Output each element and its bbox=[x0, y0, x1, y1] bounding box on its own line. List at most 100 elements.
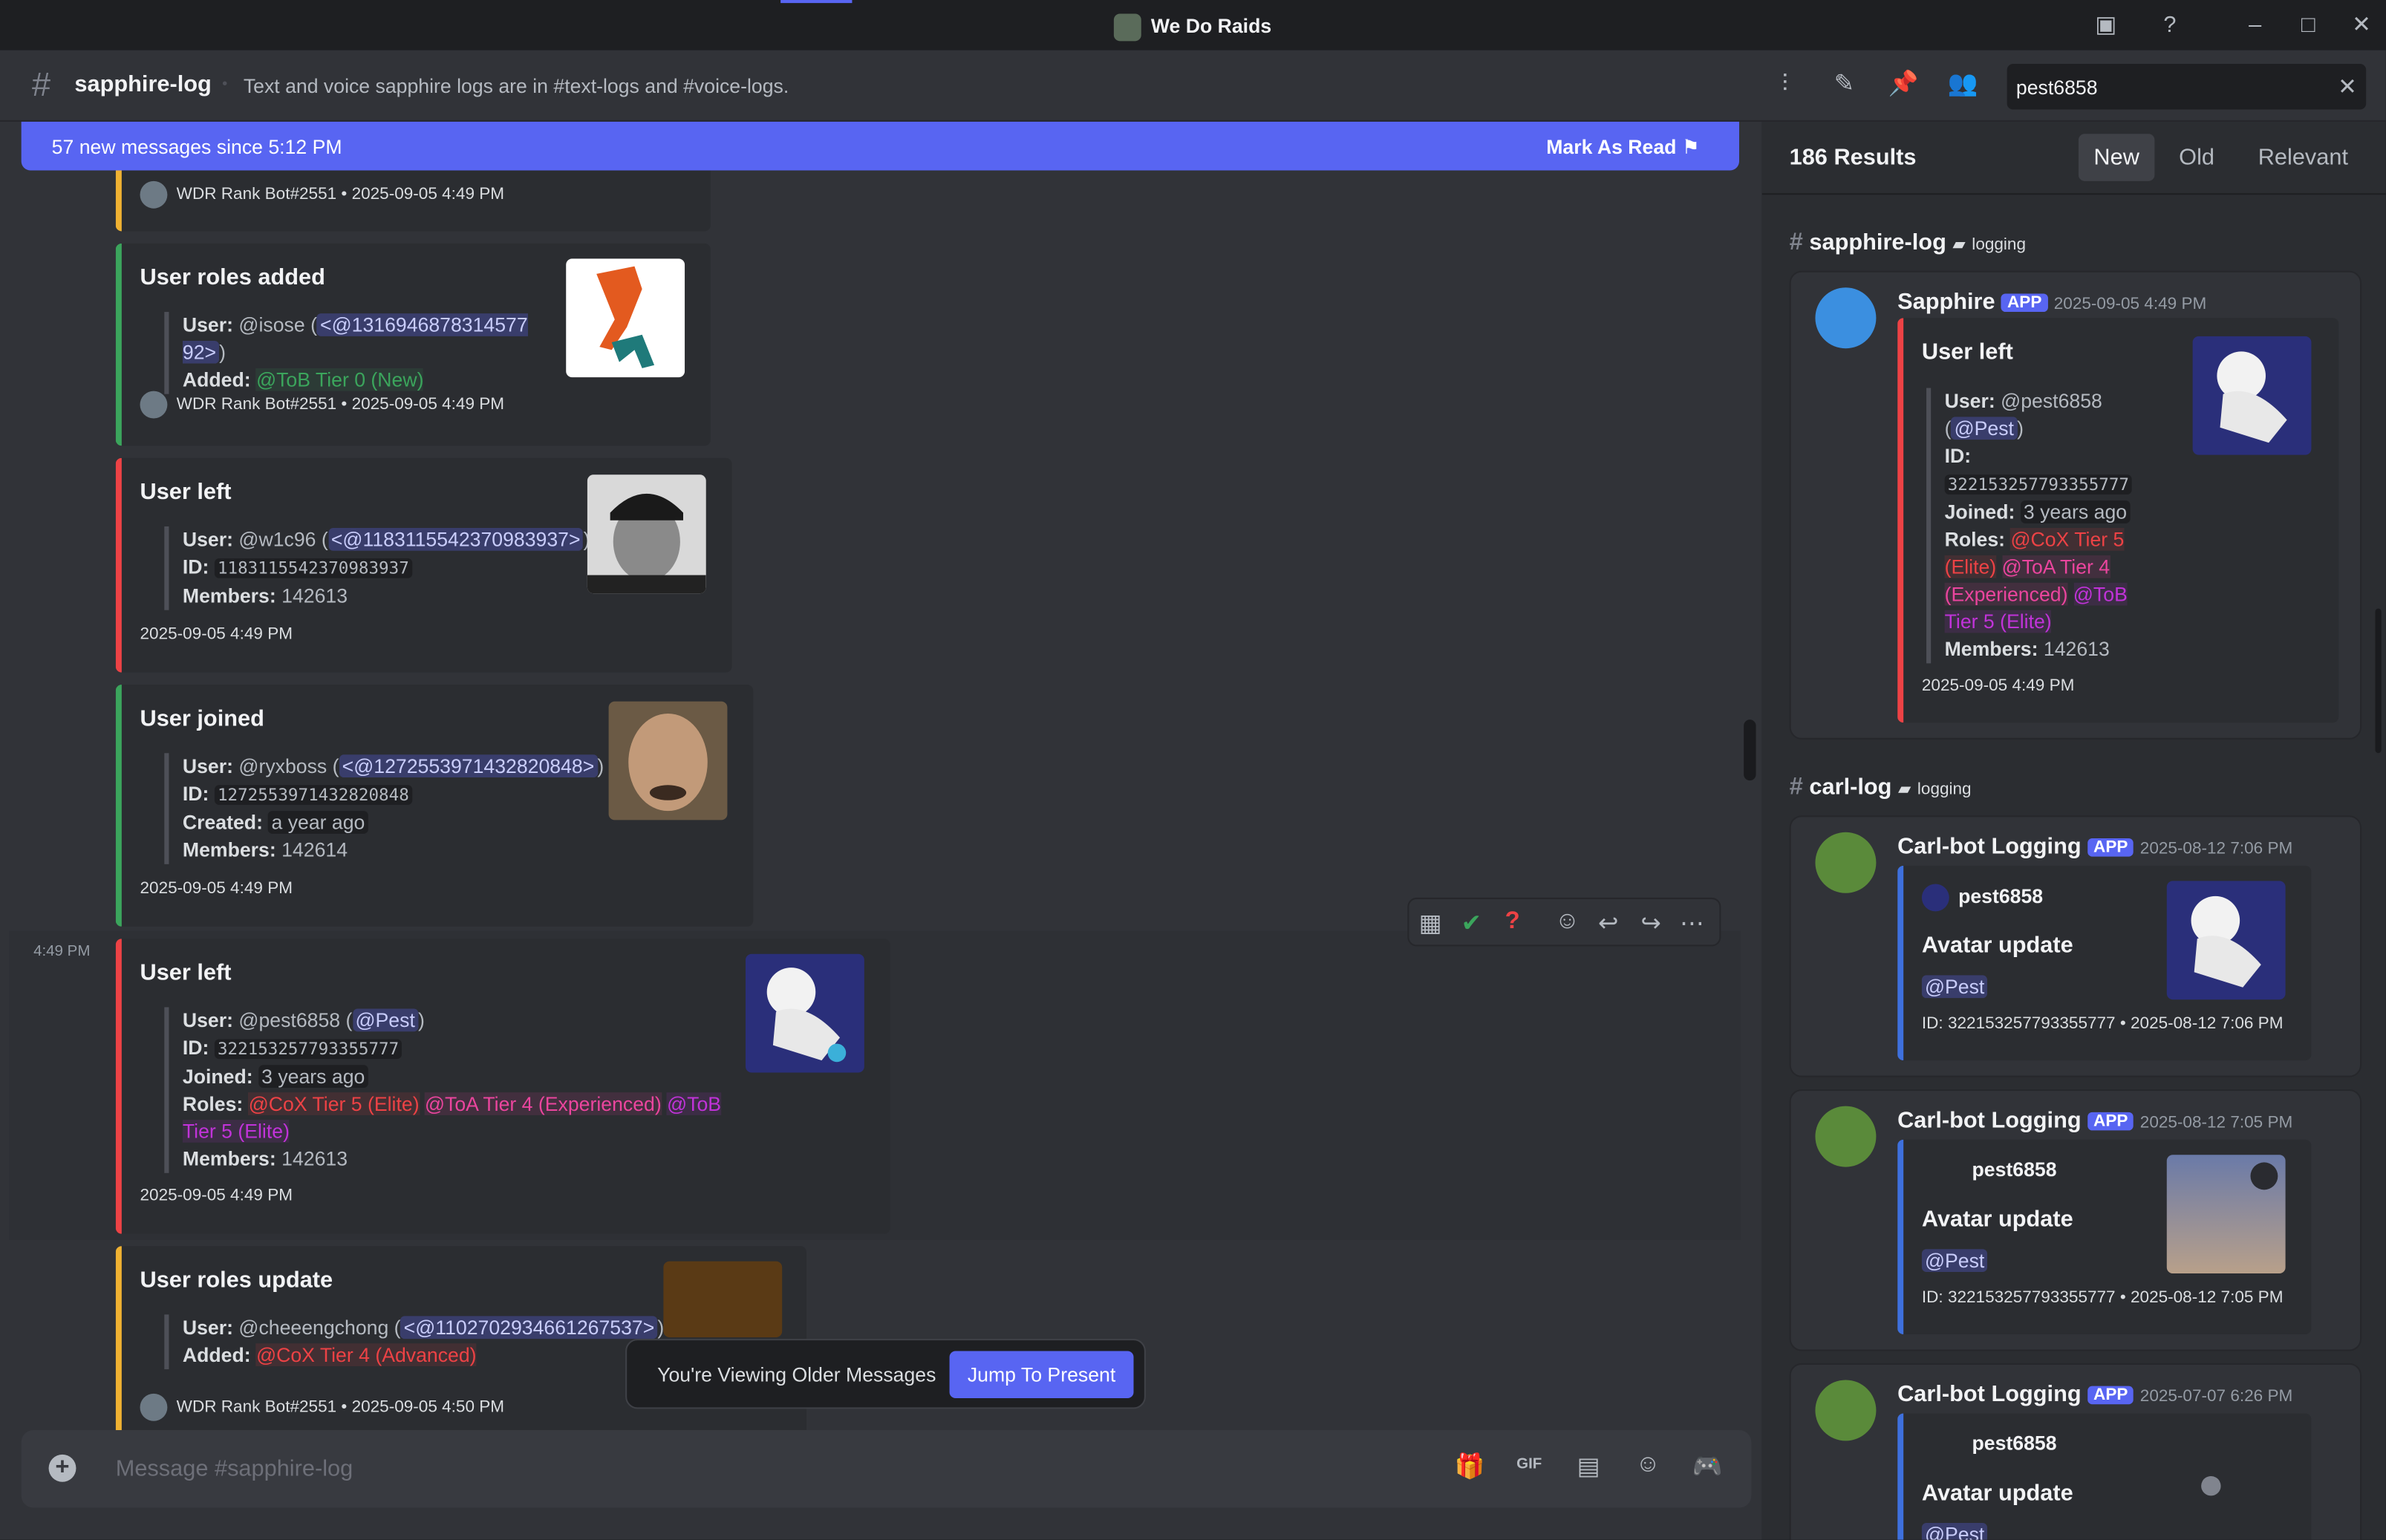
embed-body: User: @cheeengchong (<@11027029346612675… bbox=[164, 1314, 669, 1370]
embed-mention-line: @Pest bbox=[1921, 975, 1988, 999]
folder-icon: ▰ bbox=[1897, 780, 1911, 799]
default-avatar-icon: ● bbox=[2197, 1458, 2225, 1510]
embed-thumbnail[interactable] bbox=[2192, 336, 2312, 455]
sticker-icon[interactable]: ▤ bbox=[1572, 1452, 1606, 1482]
clear-search-icon[interactable]: ✕ bbox=[2338, 73, 2357, 100]
embed-user-left-pest: User left User: @pest6858 (@Pest) ID: 32… bbox=[115, 939, 890, 1234]
result-group-header[interactable]: # carl-log ▰ logging bbox=[1790, 774, 1972, 802]
result-author-line: Carl-bot Logging APP 2025-08-12 7:06 PM bbox=[1897, 833, 2293, 860]
sort-new-tab[interactable]: New bbox=[2078, 134, 2155, 181]
search-result-card[interactable]: Carl-bot Logging APP 2025-07-07 6:26 PM pe… bbox=[1789, 1363, 2362, 1540]
embed-user-roles-added: User roles added User: @isose (<@1316946… bbox=[115, 243, 711, 446]
maximize-icon[interactable]: □ bbox=[2295, 12, 2322, 39]
channel-topic[interactable]: Text and voice sapphire logs are in #tex… bbox=[244, 74, 789, 97]
member-list-icon[interactable]: 👥 bbox=[1946, 68, 1980, 102]
search-results-header: 186 Results New Old Relevant bbox=[1761, 122, 2386, 195]
search-result-card[interactable]: Carl-bot Logging APP 2025-08-12 7:06 PM pe… bbox=[1789, 815, 2362, 1077]
forward-icon[interactable]: ↪ bbox=[1634, 908, 1668, 939]
role-mention[interactable]: @ToB Tier 0 (New) bbox=[256, 368, 424, 391]
embed-footer: WDR Rank Bot#2551 • 2025-09-05 4:49 PM bbox=[140, 391, 505, 419]
role-mention[interactable]: @ToA Tier 4 (Experienced) bbox=[424, 1092, 662, 1115]
search-box[interactable]: pest6858 ✕ bbox=[2007, 64, 2367, 110]
user-mention[interactable]: @Pest bbox=[352, 1008, 418, 1032]
embed-title: User left bbox=[140, 479, 232, 506]
threads-icon[interactable]: ⫶ bbox=[1768, 68, 1802, 102]
message-input[interactable]: Message #sapphire-log bbox=[116, 1456, 353, 1482]
embed-title: User roles added bbox=[140, 264, 325, 291]
result-embed: pest6858 Avatar update @Pest ● bbox=[1897, 1413, 2312, 1540]
role-mention[interactable]: @CoX Tier 5 (Elite) bbox=[248, 1092, 420, 1115]
user-mention[interactable]: <@1316946878314577​92> bbox=[182, 313, 528, 364]
role-mention[interactable]: Tier 5 (Elite) bbox=[182, 1120, 290, 1143]
chat-scrollbar[interactable] bbox=[1744, 720, 1756, 781]
add-reaction-icon[interactable]: ☺ bbox=[1551, 908, 1584, 936]
result-author-line: Sapphire APP 2025-09-05 4:49 PM bbox=[1897, 289, 2207, 316]
role-mention[interactable]: @ToB bbox=[667, 1092, 722, 1115]
results-scrollbar[interactable] bbox=[2375, 608, 2382, 754]
reaction-question-icon[interactable]: ? bbox=[1496, 908, 1529, 936]
result-group-header[interactable]: # sapphire-log ▰ logging bbox=[1790, 229, 2026, 257]
user-avatar bbox=[1921, 884, 1949, 912]
results-count: 186 Results bbox=[1789, 144, 1917, 171]
new-messages-bar[interactable]: 57 new messages since 5:12 PM Mark As Re… bbox=[21, 121, 1740, 171]
embed-thumbnail[interactable] bbox=[566, 258, 685, 378]
search-input[interactable]: pest6858 bbox=[2016, 76, 2098, 99]
mark-read-icon: ⚑ bbox=[1681, 135, 1700, 159]
embed-footer: WDR Rank Bot#2551 • 2025-09-05 4:49 PM bbox=[140, 180, 505, 209]
embed-thumbnail[interactable] bbox=[663, 1261, 783, 1338]
embed-thumbnail[interactable] bbox=[608, 701, 728, 820]
user-mention[interactable]: <@1102702934661267537> bbox=[400, 1316, 658, 1340]
embed-thumbnail[interactable] bbox=[746, 953, 864, 1073]
message-timestamp: 4:49 PM bbox=[33, 943, 91, 960]
pin-icon[interactable]: 📌 bbox=[1887, 68, 1920, 102]
jump-to-present-button[interactable]: Jump To Present bbox=[949, 1351, 1134, 1399]
older-messages-banner: You're Viewing Older Messages Jump To Pr… bbox=[625, 1339, 1146, 1409]
app-badge: APP bbox=[2087, 1386, 2134, 1405]
reaction-bot-icon[interactable]: ▦ bbox=[1414, 908, 1447, 939]
embed-user-joined: User joined User: @ryxboss (<@1272553971… bbox=[115, 685, 754, 927]
gif-icon[interactable]: GIF bbox=[1513, 1456, 1546, 1473]
embed-title: User roles update bbox=[140, 1267, 333, 1293]
user-mention[interactable]: <@1272553971432820848> bbox=[339, 754, 598, 778]
user-mention[interactable]: @Pest bbox=[1921, 1523, 1988, 1540]
user-mention[interactable]: <@1183115542370983937> bbox=[327, 528, 584, 551]
reaction-checkmark-icon[interactable]: ✔ bbox=[1455, 908, 1488, 939]
minimize-icon[interactable]: – bbox=[2241, 12, 2269, 39]
inbox-icon[interactable]: ▣ bbox=[2092, 12, 2119, 39]
embed-footer: WDR Rank Bot#2551 • 2025-09-05 4:50 PM bbox=[140, 1393, 505, 1421]
embed-author: pest6858 bbox=[1972, 1158, 2057, 1181]
help-icon[interactable]: ? bbox=[2156, 12, 2183, 39]
sort-old-tab[interactable]: Old bbox=[2164, 134, 2230, 181]
embed-title: User joined bbox=[140, 705, 264, 732]
embed-body: User: @w1c96 (<@1183115542370983937>) ID… bbox=[164, 526, 593, 610]
mark-as-read-button[interactable]: Mark As Read ⚑ bbox=[1546, 135, 1700, 160]
embed-thumbnail[interactable] bbox=[2166, 1155, 2286, 1274]
embed-title: Avatar update bbox=[1921, 1206, 2073, 1233]
user-mention[interactable]: @Pest bbox=[1951, 417, 2018, 440]
user-mention[interactable]: @Pest bbox=[1921, 975, 1988, 999]
role-mention[interactable]: @CoX Tier 4 (Advanced) bbox=[256, 1343, 477, 1367]
result-embed: User left User: @pest6858 (@Pest) ID: 32… bbox=[1897, 318, 2339, 723]
channel-hash-icon: # bbox=[1789, 774, 1803, 800]
user-mention[interactable]: @Pest bbox=[1921, 1249, 1988, 1272]
embed-thumbnail[interactable] bbox=[587, 474, 706, 594]
more-icon[interactable]: ⋯ bbox=[1675, 908, 1709, 939]
activities-icon[interactable]: 🎮 bbox=[1690, 1452, 1724, 1482]
embed-user-left: User left User: @w1c96 (<@11831155423709… bbox=[115, 457, 732, 673]
reply-icon[interactable]: ↩ bbox=[1591, 908, 1625, 939]
result-embed: pest6858 Avatar update @Pest ID: 3221532… bbox=[1897, 1139, 2312, 1334]
close-window-icon[interactable]: ✕ bbox=[2348, 12, 2376, 39]
embed-thumbnail[interactable] bbox=[2166, 881, 2286, 1000]
gift-icon[interactable]: 🎁 bbox=[1453, 1452, 1487, 1482]
search-result-card[interactable]: Carl-bot Logging APP 2025-08-12 7:05 PM pe… bbox=[1789, 1089, 2362, 1351]
search-result-card[interactable]: Sapphire APP 2025-09-05 4:49 PM User left … bbox=[1789, 270, 2362, 740]
embed-footer: 2025-09-05 4:49 PM bbox=[1921, 676, 2075, 696]
notifications-muted-icon[interactable]: ✎ bbox=[1828, 68, 1861, 102]
channel-hash-icon: # bbox=[32, 65, 51, 104]
channel-hash-icon: # bbox=[1789, 229, 1803, 256]
sort-relevant-tab[interactable]: Relevant bbox=[2243, 134, 2363, 181]
upload-plus-icon[interactable]: + bbox=[48, 1454, 76, 1482]
message-actions-bar: ▦ ✔ ? ☺ ↩ ↪ ⋯ bbox=[1407, 897, 1721, 947]
embed-body: User: @isose (<@1316946878314577​92>) Ad… bbox=[164, 312, 570, 394]
emoji-icon[interactable]: ☺ bbox=[1632, 1452, 1665, 1479]
